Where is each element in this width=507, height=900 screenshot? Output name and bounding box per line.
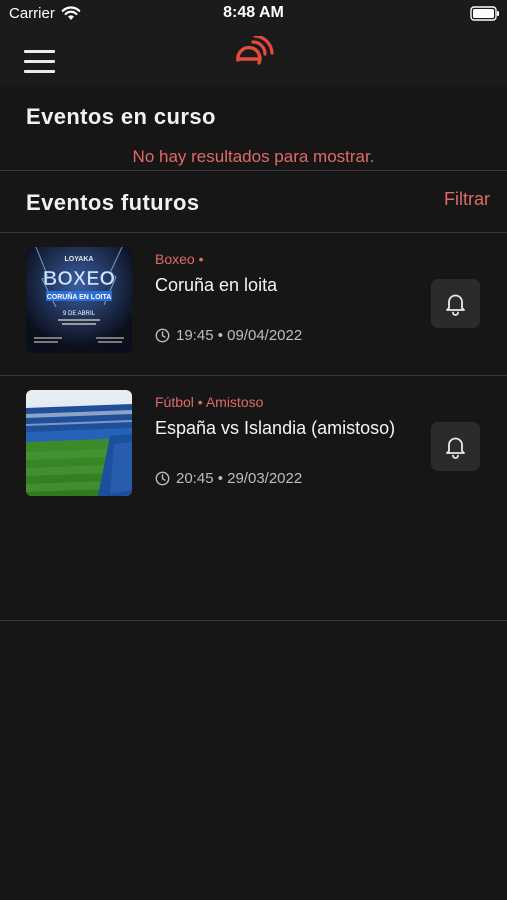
- event-datetime: 20:45 • 29/03/2022: [155, 470, 302, 487]
- svg-text:BOXEO: BOXEO: [43, 268, 115, 290]
- status-bar: Carrier 8:48 AM: [0, 0, 507, 28]
- event-datetime-text: 19:45 • 09/04/2022: [176, 327, 303, 344]
- bell-icon: [446, 294, 465, 316]
- event-title: España vs Islandia (amistoso): [155, 418, 396, 438]
- battery-icon: [470, 6, 499, 21]
- hamburger-menu-icon[interactable]: [24, 50, 56, 74]
- event-category: Fútbol • Amistoso: [155, 394, 264, 410]
- clock-icon: [155, 471, 170, 486]
- ongoing-events-title: Eventos en curso: [26, 104, 216, 129]
- app-logo-icon: [236, 36, 274, 65]
- boxing-poster-image: LOYAKA BOXEO CORUÑA EN LOITA 9 DE ABRIL: [26, 247, 132, 353]
- event-poster-image: LOYAKA BOXEO CORUÑA EN LOITA 9 DE ABRIL: [26, 247, 132, 353]
- event-category: Boxeo •: [155, 251, 204, 267]
- svg-text:CORUÑA EN LOITA: CORUÑA EN LOITA: [47, 292, 112, 301]
- svg-text:LOYAKA: LOYAKA: [65, 256, 94, 263]
- svg-text:9 DE ABRIL: 9 DE ABRIL: [63, 311, 96, 317]
- nav-bar: [0, 28, 507, 85]
- event-poster-image: [26, 390, 132, 496]
- upcoming-events-title: Eventos futuros: [26, 190, 200, 215]
- event-datetime-text: 20:45 • 29/03/2022: [176, 470, 303, 487]
- divider: [0, 170, 507, 171]
- empty-results-message: No hay resultados para mostrar.: [132, 147, 375, 166]
- event-list-item[interactable]: Fútbol • Amistoso España vs Islandia (am…: [0, 376, 507, 516]
- clock-icon: [155, 328, 170, 343]
- notify-button[interactable]: [431, 422, 480, 471]
- filter-button[interactable]: Filtrar: [420, 189, 490, 210]
- status-time: 8:48 AM: [223, 4, 284, 21]
- event-title: Coruña en loita: [155, 275, 278, 295]
- bell-icon: [446, 437, 465, 459]
- divider: [0, 620, 507, 621]
- stadium-image: [26, 390, 132, 496]
- event-datetime: 19:45 • 09/04/2022: [155, 327, 302, 344]
- notify-button[interactable]: [431, 279, 480, 328]
- event-list-item[interactable]: LOYAKA BOXEO CORUÑA EN LOITA 9 DE ABRIL …: [0, 233, 507, 373]
